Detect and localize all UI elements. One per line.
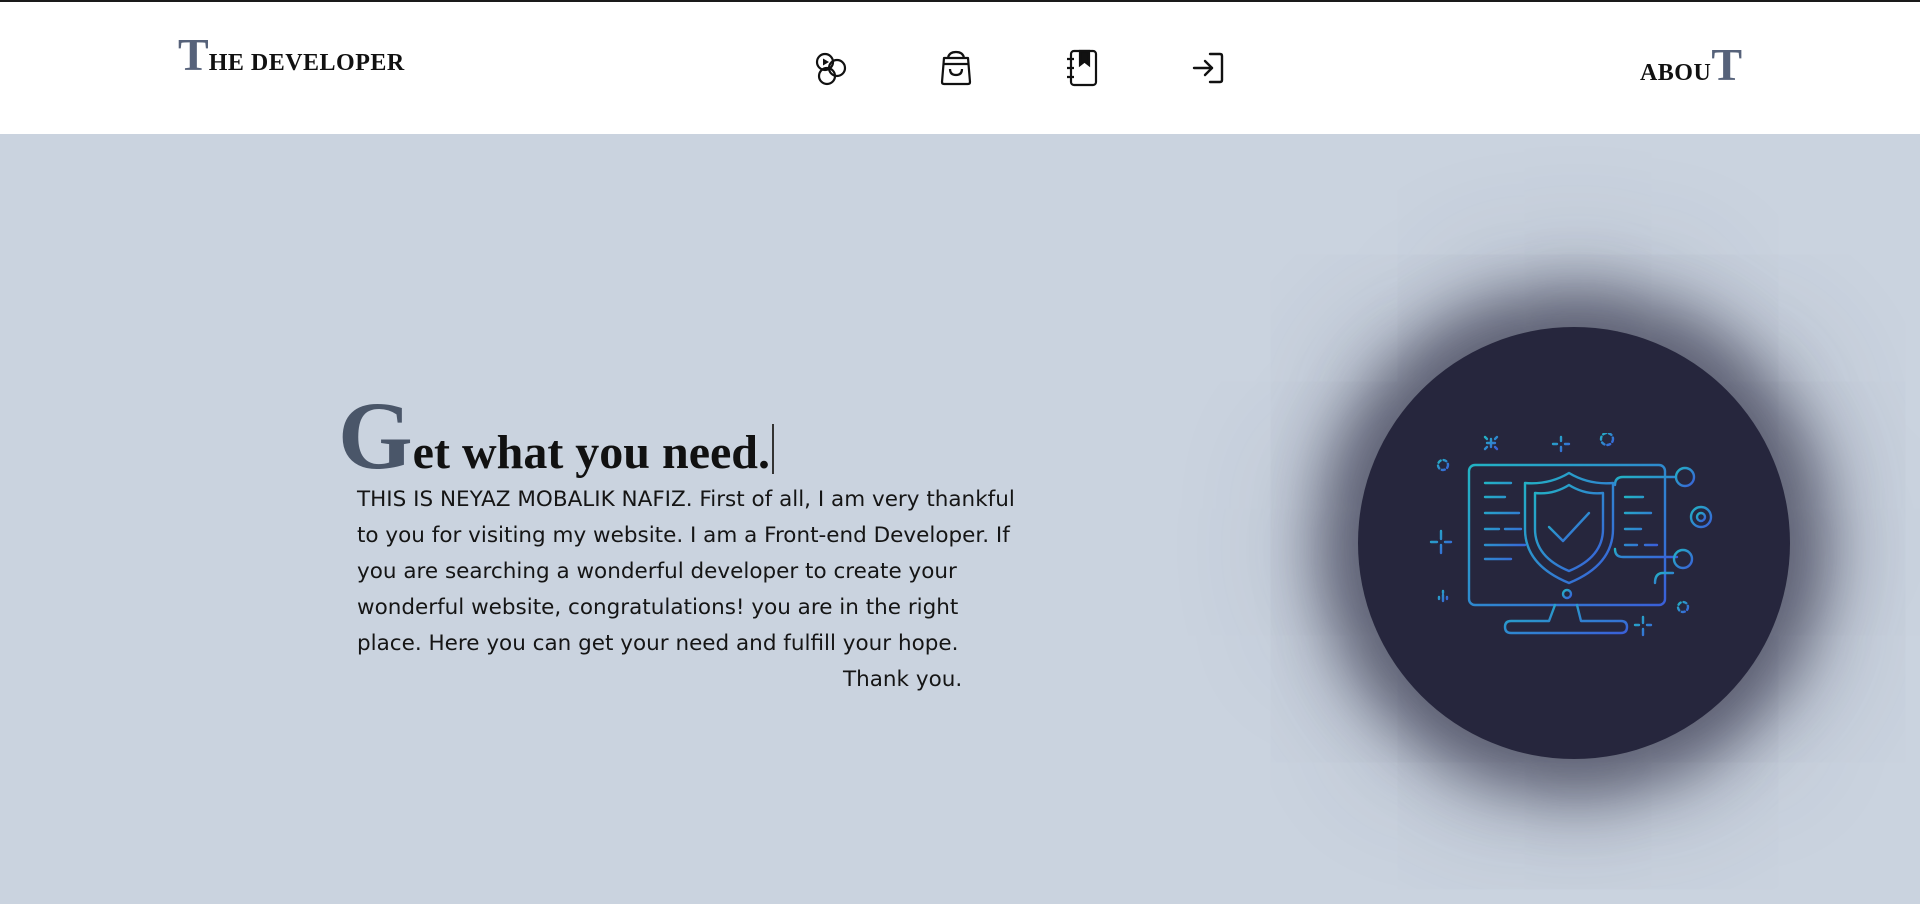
about-link[interactable]: ABOUT xyxy=(1640,42,1742,88)
monitor-icon xyxy=(1429,433,1713,637)
site-logo[interactable]: THE DEVELOPER xyxy=(178,32,405,78)
site-header: THE DEVELOPER ABOUT xyxy=(0,2,1920,134)
hero-title-text: et what you need. xyxy=(412,426,770,479)
bookmark-book-icon xyxy=(1067,49,1098,87)
nav-bookmark-button[interactable] xyxy=(1062,48,1102,88)
hero-signoff: Thank you. xyxy=(843,667,963,692)
about-text: ABOU xyxy=(1639,60,1712,86)
nav-media-button[interactable] xyxy=(810,48,850,88)
hero-title-initial: G xyxy=(338,382,413,489)
text-caret xyxy=(772,424,774,474)
hero-title: Get what you need. xyxy=(338,388,774,484)
about-final: T xyxy=(1711,39,1742,90)
nav-shop-button[interactable] xyxy=(936,48,976,88)
logo-initial: T xyxy=(178,29,209,80)
security-monitor-illustration xyxy=(1429,433,1713,637)
login-icon xyxy=(1192,52,1224,84)
logo-text: HE DEVELOPER xyxy=(208,50,405,76)
hero-description: THIS IS NEYAZ MOBALIK NAFIZ. First of al… xyxy=(357,487,1015,656)
nav-login-button[interactable] xyxy=(1188,48,1228,88)
media-icon xyxy=(815,52,847,86)
main-nav xyxy=(810,48,1228,88)
hero-illustration-circle xyxy=(1358,327,1790,759)
shopping-bag-icon xyxy=(940,50,972,86)
